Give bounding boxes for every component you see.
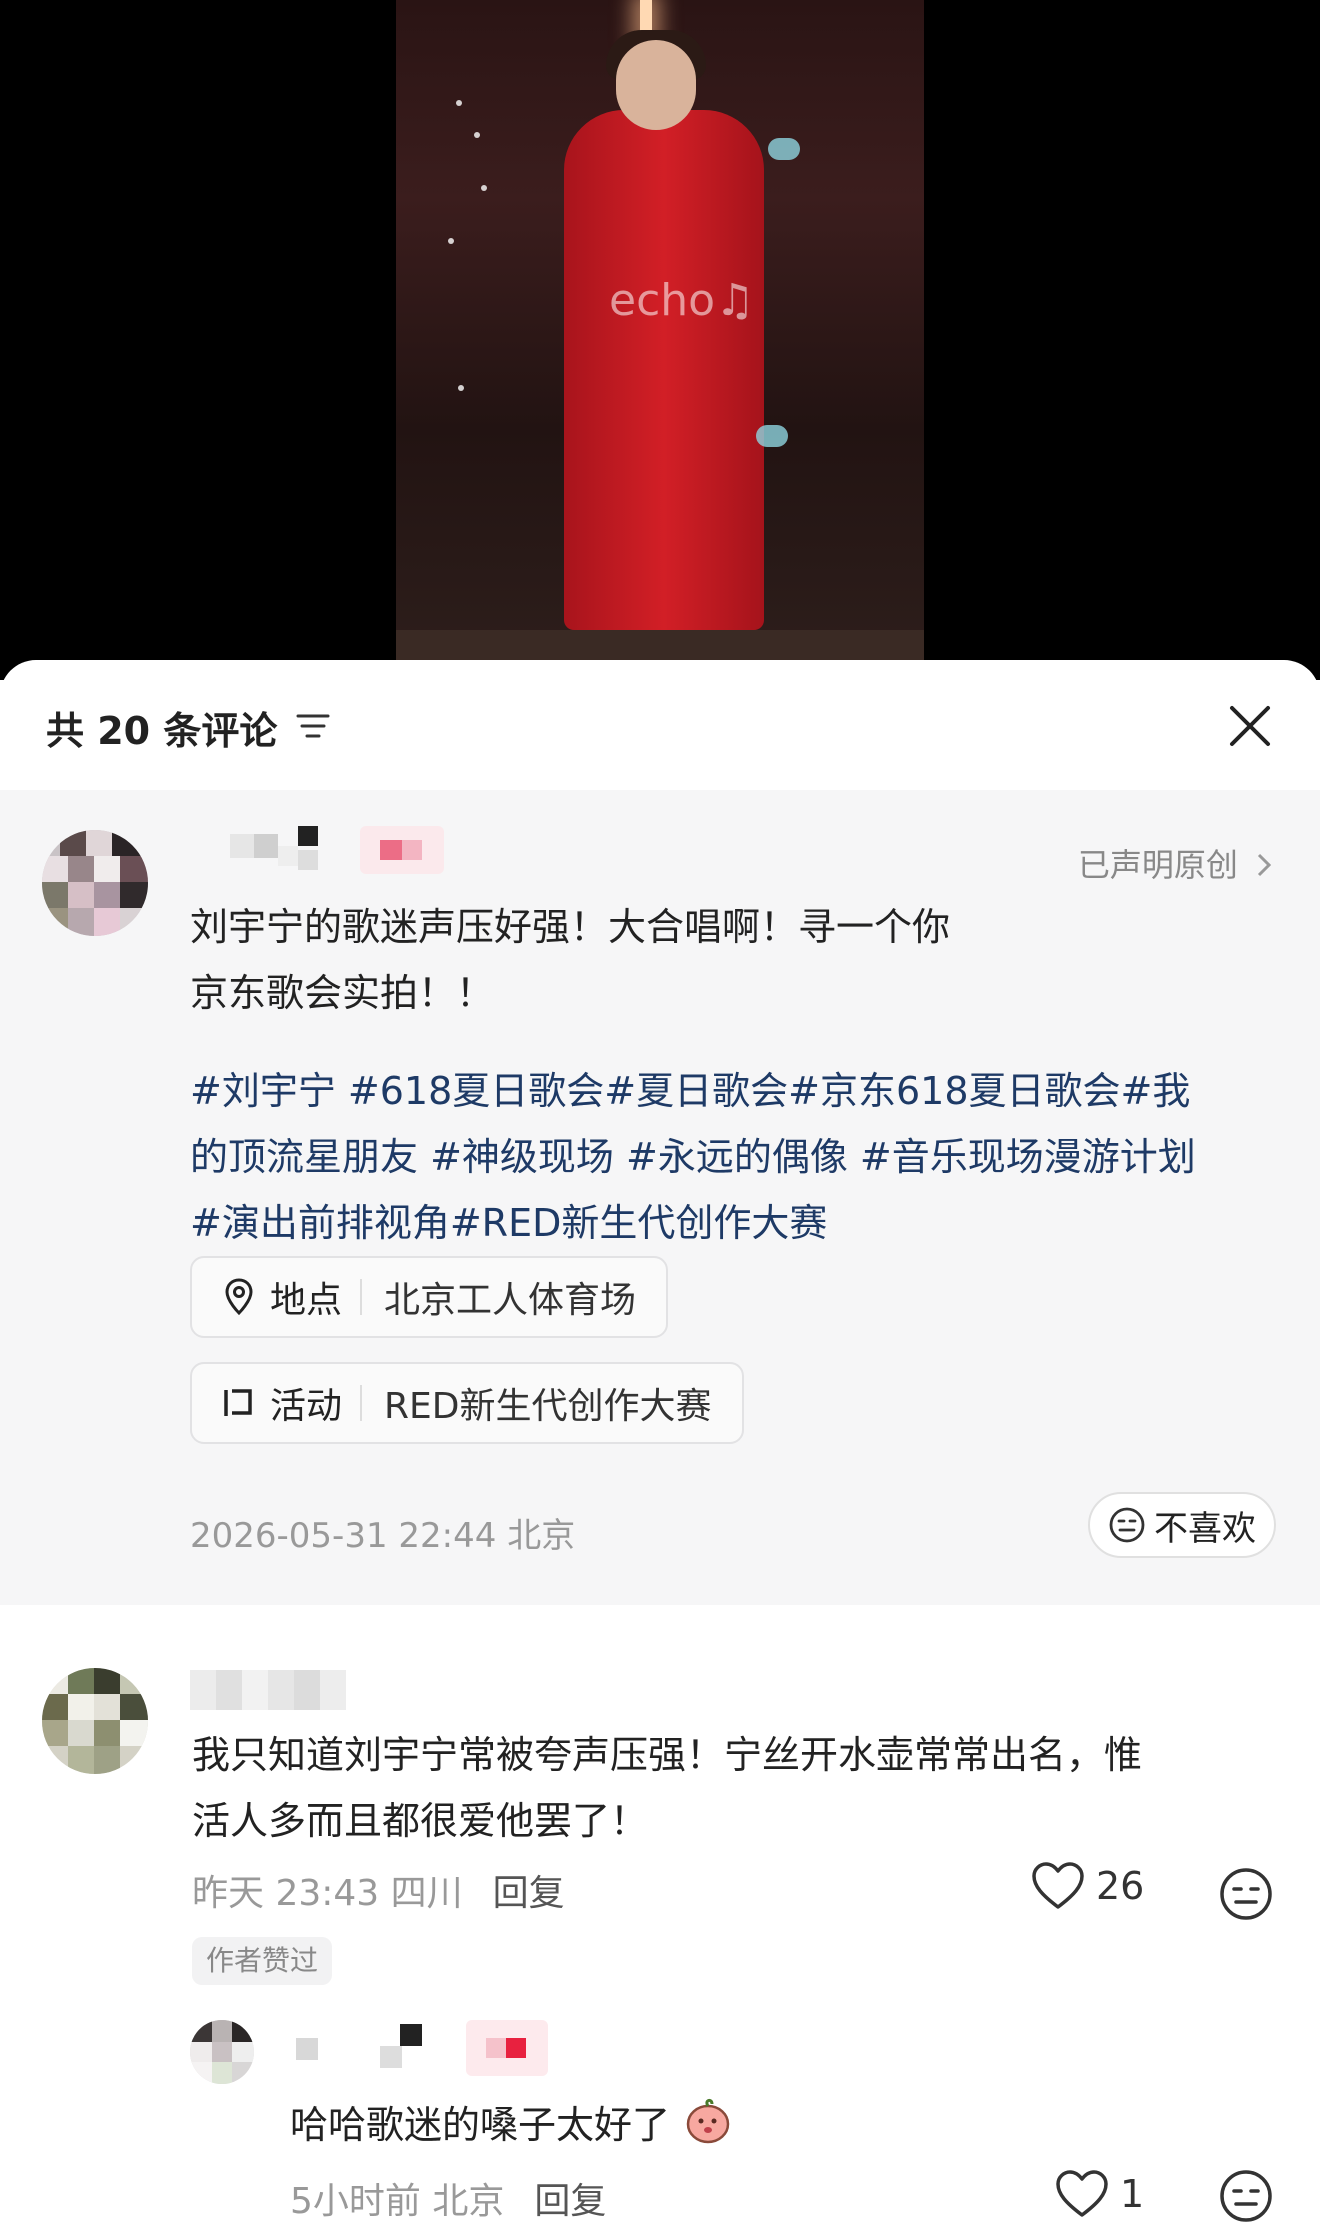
stage-light-dot — [456, 100, 462, 106]
heart-icon — [1032, 1862, 1084, 1909]
activity-value: RED新生代创作大赛 — [384, 1386, 712, 1427]
hashtag-line[interactable]: 的顶流星朋友 #神级现场 #永远的偶像 #音乐现场漫游计划 — [190, 1124, 1290, 1190]
dislike-label: 不喜欢 — [1154, 1508, 1256, 1549]
singer-head — [616, 40, 696, 130]
original-post: 已声明原创 刘宇宁的歌迷声压好强！大合唱啊！寻一个你 京东歌会实拍！！ #刘宇宁… — [0, 790, 1320, 1605]
reply-meta: 5小时前 北京 回复 — [290, 2172, 606, 2224]
comment-text-line: 活人多而且都很爱他罢了！ — [192, 1799, 649, 1843]
hashtag-line[interactable]: #演出前排视角#RED新生代创作大赛 — [190, 1190, 1290, 1256]
reply-text-content: 哈哈歌迷的嗓子太好了 — [290, 2103, 671, 2147]
peach-emoji — [686, 2098, 730, 2144]
neutral-face-icon — [1109, 1507, 1145, 1543]
chip-divider — [360, 1385, 363, 1421]
location-chip[interactable]: 地点 北京工人体育场 — [190, 1256, 669, 1338]
video-player[interactable]: echo♫ — [0, 0, 1320, 680]
stage-lamp — [756, 425, 788, 447]
avatar[interactable] — [190, 2020, 254, 2084]
reply-button[interactable]: 回复 — [534, 2181, 606, 2222]
comment-count-title: 共 20 条评论 — [46, 709, 278, 753]
post-text: 刘宇宁的歌迷声压好强！大合唱啊！寻一个你 京东歌会实拍！！ — [190, 894, 1250, 1026]
activity-chip[interactable]: 活动 RED新生代创作大赛 — [190, 1362, 744, 1444]
location-key: 地点 — [270, 1280, 343, 1321]
user-badge — [360, 826, 444, 874]
close-icon[interactable] — [1224, 700, 1276, 752]
heart-icon — [1056, 2170, 1108, 2217]
location-pin-icon — [225, 1278, 253, 1316]
reply-text: 哈哈歌迷的嗓子太好了 — [290, 2092, 1190, 2158]
video-frame: echo♫ — [396, 0, 924, 660]
neutral-face-icon[interactable] — [1218, 2168, 1274, 2224]
stage-floor — [396, 630, 924, 660]
comment-meta: 昨天 23:43 四川 回复 — [192, 1864, 565, 1916]
comments-sheet: 共 20 条评论 已声明原创 刘宇宁的歌迷声压好强！大合唱啊！寻一个你 京东歌会… — [0, 660, 1320, 2237]
comment-text: 我只知道刘宇宁常被夸声压强！宁丝开水壶常常出名，惟 活人多而且都很爱他罢了！ — [192, 1722, 1292, 1854]
hashtag-line[interactable]: #刘宇宁 #618夏日歌会#夏日歌会#京东618夏日歌会#我 — [190, 1058, 1290, 1124]
post-datetime: 2026-05-31 22:44 北京 — [190, 1516, 576, 1556]
location-value: 北京工人体育场 — [384, 1280, 637, 1321]
flag-bracket-icon — [224, 1389, 252, 1416]
stage-light-dot — [448, 238, 454, 244]
avatar[interactable] — [42, 1668, 148, 1774]
like-button[interactable]: 26 — [1030, 1860, 1144, 1912]
comment-text-line: 我只知道刘宇宁常被夸声压强！宁丝开水壶常常出名，惟 — [192, 1733, 1143, 1777]
filter-lines-icon[interactable] — [296, 712, 330, 740]
like-button[interactable]: 1 — [1054, 2168, 1144, 2220]
reply-time-location: 5小时前 北京 — [290, 2181, 505, 2222]
author-liked-badge: 作者赞过 — [192, 1937, 333, 1985]
neutral-face-icon[interactable] — [1218, 1866, 1274, 1922]
post-text-line: 京东歌会实拍！！ — [190, 971, 495, 1015]
declared-original-label: 已声明原创 — [1077, 846, 1238, 884]
chip-divider — [360, 1279, 363, 1315]
username-blurred[interactable] — [190, 1670, 360, 1714]
declared-original-link[interactable]: 已声明原创 — [1078, 840, 1274, 886]
singer-red-gown — [564, 110, 764, 630]
post-text-line: 刘宇宁的歌迷声压好强！大合唱啊！寻一个你 — [190, 905, 951, 949]
reply-button[interactable]: 回复 — [493, 1873, 565, 1914]
user-badge — [466, 2020, 548, 2076]
stage-lamp — [768, 138, 800, 160]
chevron-right-icon — [1257, 853, 1272, 877]
activity-key: 活动 — [270, 1386, 343, 1427]
like-count: 26 — [1096, 1864, 1145, 1908]
like-count: 1 — [1120, 2172, 1145, 2216]
dislike-button[interactable]: 不喜欢 — [1088, 1492, 1276, 1558]
stage-light-dot — [474, 132, 480, 138]
username-blurred[interactable] — [290, 2024, 450, 2068]
sheet-header: 共 20 条评论 — [0, 660, 1320, 790]
video-watermark: echo♫ — [609, 275, 755, 326]
stage-light-dot — [458, 385, 464, 391]
stage-light-dot — [481, 185, 487, 191]
avatar[interactable] — [42, 830, 148, 936]
hashtags[interactable]: #刘宇宁 #618夏日歌会#夏日歌会#京东618夏日歌会#我 的顶流星朋友 #神… — [190, 1058, 1290, 1256]
comment-time-location: 昨天 23:43 四川 — [192, 1873, 463, 1914]
